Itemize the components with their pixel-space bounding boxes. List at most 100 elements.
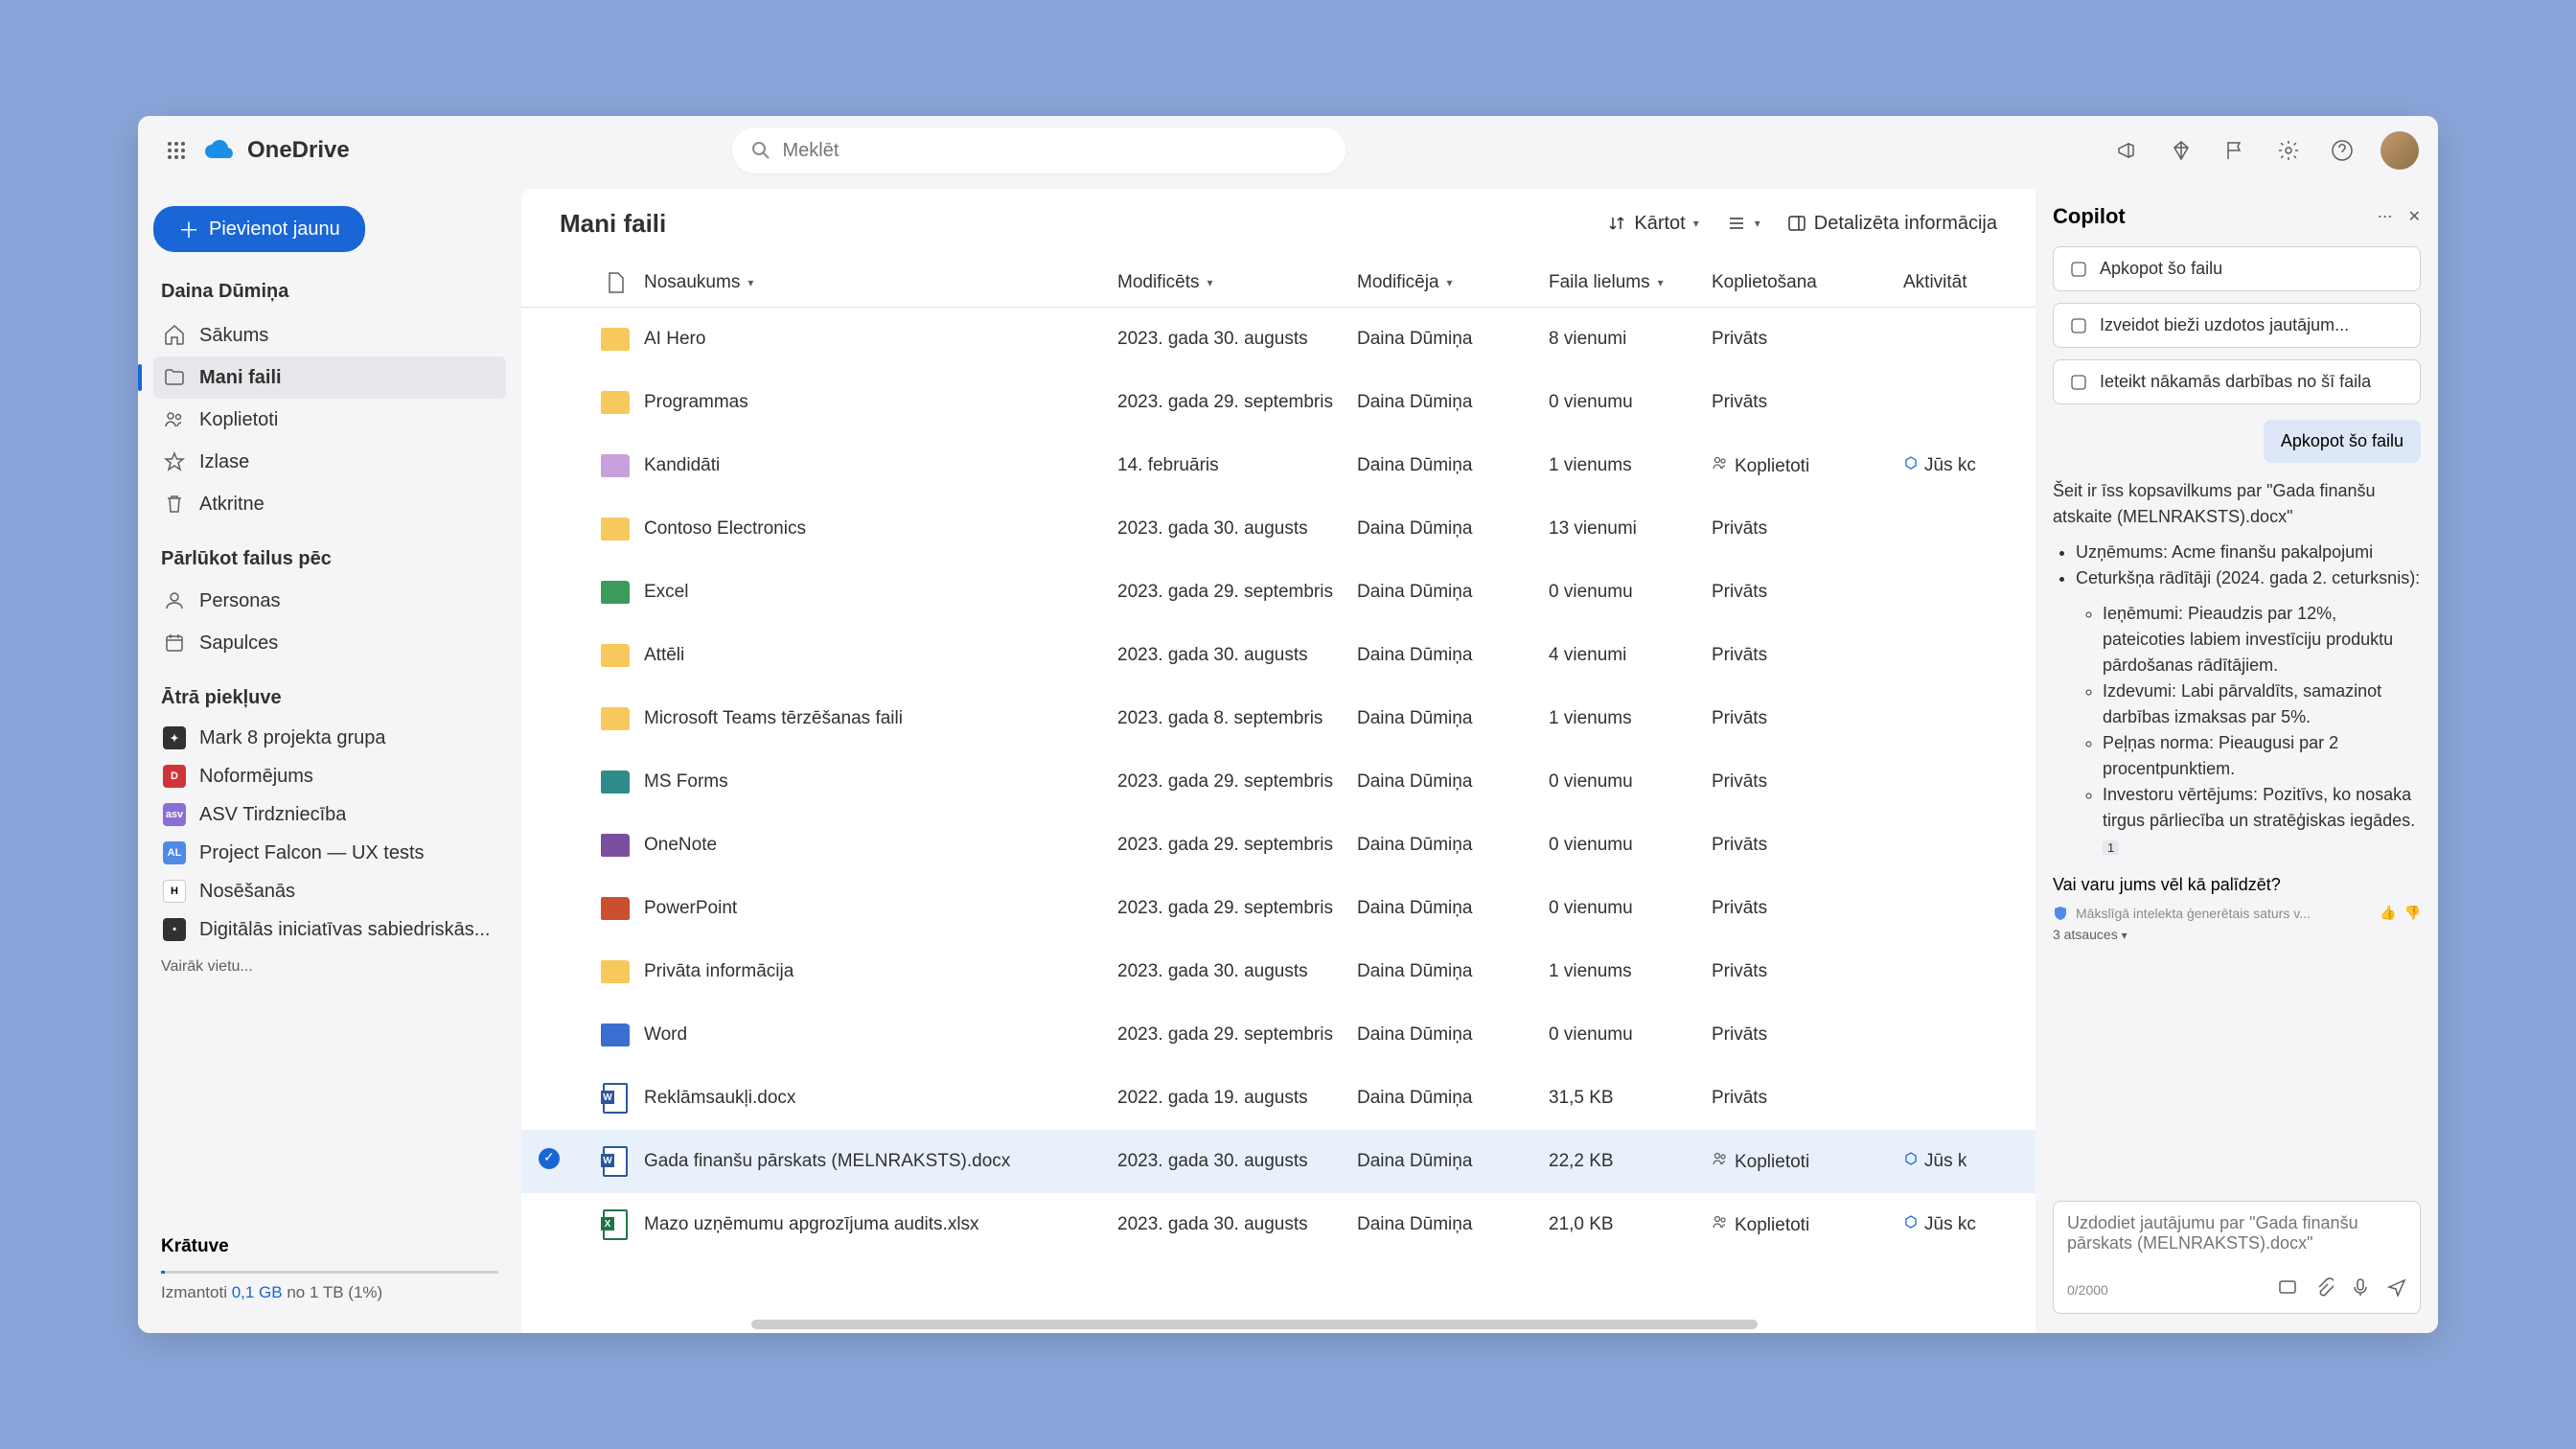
more-icon[interactable]: ⋯ [2378,207,2393,226]
copilot-panel: Copilot ⋯ ✕ Apkopot šo failu Izveidot bie… [2036,185,2438,1333]
copilot-suggestion[interactable]: Izveidot bieži uzdotos jautājum... [2053,303,2421,348]
search-box[interactable] [732,127,1346,173]
app-window: OneDrive ＋ Pievienot jaunu Daina Dūmiņa … [138,116,2438,1333]
table-row[interactable]: Privāta informācija2023. gada 30. august… [521,940,2036,1003]
nav-home[interactable]: Sākums [153,314,506,356]
card-icon[interactable] [2278,1277,2297,1301]
attach-icon[interactable] [2314,1277,2334,1301]
details-button[interactable]: Detalizēta informācija [1787,213,1997,235]
main-header: Mani faili Kārtot ▾ ▾ Detalizēta informā… [521,189,2036,258]
row-checkbox[interactable] [539,1148,560,1169]
thumbs-up-icon[interactable]: 👍 [2380,905,2396,921]
char-count: 0/2000 [2067,1282,2108,1298]
quick-access-item[interactable]: ALProject Falcon — UX tests [153,834,506,872]
file-size: 1 vienums [1549,961,1712,982]
search-input[interactable] [782,140,1326,162]
table-row[interactable]: AI Hero2023. gada 30. augustsDaina Dūmiņ… [521,308,2036,371]
table-row[interactable]: Microsoft Teams tērzēšanas faili2023. ga… [521,687,2036,750]
sharing-status: Privāts [1712,582,1903,603]
col-modified-by[interactable]: Modificēja▾ [1357,272,1549,293]
table-row[interactable]: MS Forms2023. gada 29. septembrisDaina D… [521,750,2036,814]
folder-icon [601,518,630,540]
table-row[interactable]: Mazo uzņēmumu apgrozījuma audits.xlsx202… [521,1193,2036,1256]
logo-area[interactable]: OneDrive [203,137,350,164]
sidebar-user-name: Daina Dūmiņa [161,281,498,303]
table-header: Nosaukums▾ Modificēts▾ Modificēja▾ Faila… [521,258,2036,308]
quick-access-item[interactable]: asvASV Tirdzniecība [153,795,506,834]
table-row[interactable]: Gada finanšu pārskats (MELNRAKSTS).docx2… [521,1130,2036,1193]
flag-icon[interactable] [2220,135,2250,166]
copilot-input-area: 0/2000 [2053,1201,2421,1314]
modified-by: Daina Dūmiņa [1357,708,1549,729]
browse-person[interactable]: Personas [153,580,506,622]
quick-access-item[interactable]: HNosēšanās [153,872,506,910]
table-row[interactable]: Contoso Electronics2023. gada 30. august… [521,497,2036,561]
activity-cell: Jūs kc [1903,1214,2018,1235]
col-modified[interactable]: Modificēts▾ [1117,272,1357,293]
activity-cell: Jūs k [1903,1151,2018,1172]
copilot-suggestion[interactable]: Ieteikt nākamās darbības no šī faila [2053,359,2421,404]
add-new-button[interactable]: ＋ Pievienot jaunu [153,206,365,252]
quick-access-item[interactable]: ✦Mark 8 projekta grupa [153,719,506,757]
col-sharing[interactable]: Koplietošana [1712,272,1903,293]
copilot-header: Copilot ⋯ ✕ [2053,204,2421,229]
horizontal-scrollbar[interactable] [751,1320,1758,1329]
app-launcher-icon[interactable] [157,131,196,170]
table-row[interactable]: PowerPoint2023. gada 29. septembrisDaina… [521,877,2036,940]
file-name: Contoso Electronics [644,518,1117,540]
modified-date: 2023. gada 30. augusts [1117,1151,1357,1172]
quick-access-label: Noformējums [199,766,313,788]
nav-folder[interactable]: Mani faili [153,356,506,399]
folder-icon [601,328,630,351]
modified-by: Daina Dūmiņa [1357,1024,1549,1046]
main-actions: Kārtot ▾ ▾ Detalizēta informācija [1607,213,1997,235]
user-avatar[interactable] [2380,131,2419,170]
activity-icon [1903,455,1919,475]
more-locations-link[interactable]: Vairāk vietu... [161,958,498,976]
thumbs-down-icon[interactable]: 👎 [2404,905,2421,921]
table-row[interactable]: Word2023. gada 29. septembrisDaina Dūmiņ… [521,1003,2036,1067]
sort-button[interactable]: Kārtot ▾ [1607,213,1698,235]
quick-access-item[interactable]: DNoformējums [153,757,506,795]
col-name[interactable]: Nosaukums▾ [644,272,1117,293]
nav-people[interactable]: Koplietoti [153,399,506,441]
send-icon[interactable] [2387,1277,2406,1301]
table-row[interactable]: Attēli2023. gada 30. augustsDaina Dūmiņa… [521,624,2036,687]
main-content: Mani faili Kārtot ▾ ▾ Detalizēta informā… [521,189,2036,1333]
sparkle-icon [2069,373,2088,392]
table-row[interactable]: Reklāmsaukļi.docx2022. gada 19. augustsD… [521,1067,2036,1130]
modified-date: 2023. gada 29. septembris [1117,1024,1357,1046]
modified-by: Daina Dūmiņa [1357,518,1549,540]
storage-section: Krātuve Izmantoti 0,1 GB no 1 TB (1%) [153,1227,506,1312]
close-icon[interactable]: ✕ [2408,207,2421,226]
quick-access-label: Project Falcon — UX tests [199,842,425,864]
references-toggle[interactable]: 3 atsauces ▾ [2053,927,2421,942]
diamond-icon[interactable] [2166,135,2196,166]
help-icon[interactable] [2327,135,2358,166]
shared-icon [1712,1152,1729,1172]
table-row[interactable]: Programmas2023. gada 29. septembrisDaina… [521,371,2036,434]
view-button[interactable]: ▾ [1726,213,1760,234]
file-name: Kandidāti [644,455,1117,476]
copilot-input[interactable] [2067,1213,2406,1267]
table-row[interactable]: OneNote2023. gada 29. septembrisDaina Dū… [521,814,2036,877]
col-activity[interactable]: Aktivitāt [1903,272,2018,293]
nav-trash[interactable]: Atkritne [153,483,506,525]
quick-access-item[interactable]: •Digitālās iniciatīvas sabiedriskās... [153,910,506,949]
mic-icon[interactable] [2351,1277,2370,1301]
quick-access-icon: • [163,918,186,941]
browse-calendar[interactable]: Sapulces [153,622,506,664]
file-name: Programmas [644,392,1117,413]
nav-star[interactable]: Izlase [153,441,506,483]
table-row[interactable]: Kandidāti14. februārisDaina Dūmiņa1 vien… [521,434,2036,497]
followup-question: Vai varu jums vēl kā palīdzēt? [2053,875,2421,895]
megaphone-icon[interactable] [2112,135,2143,166]
settings-icon[interactable] [2273,135,2304,166]
copilot-suggestion[interactable]: Apkopot šo failu [2053,246,2421,291]
col-size[interactable]: Faila lielums▾ [1549,272,1712,293]
details-pane-icon [1787,214,1806,233]
table-row[interactable]: Excel2023. gada 29. septembrisDaina Dūmi… [521,561,2036,624]
file-size: 0 vienumu [1549,898,1712,919]
reference-badge[interactable]: 1 [2103,840,2119,855]
person-icon [163,589,186,612]
